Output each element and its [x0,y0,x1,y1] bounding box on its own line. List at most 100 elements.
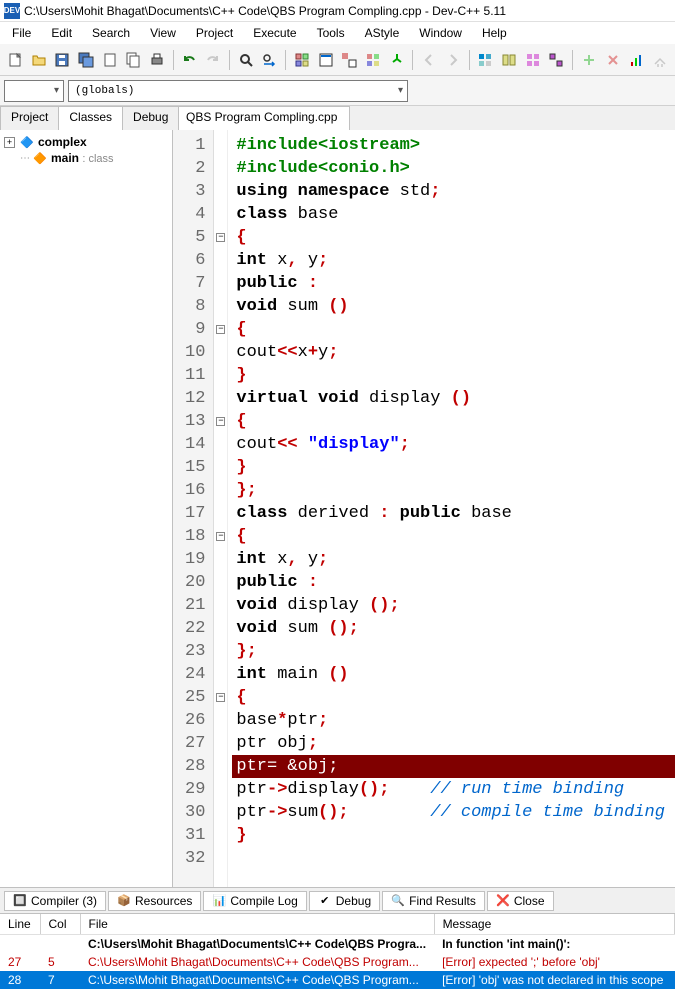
btab-resources[interactable]: 📦Resources [108,891,201,911]
fold-toggle-icon[interactable]: − [216,417,225,426]
next-icon[interactable] [442,48,464,72]
col-line[interactable]: Line [0,914,40,935]
redo-icon[interactable] [202,48,224,72]
tab-classes[interactable]: Classes [58,106,123,130]
remove-watch-icon[interactable] [602,48,624,72]
menu-edit[interactable]: Edit [43,24,80,42]
print-icon[interactable] [146,48,168,72]
col-col[interactable]: Col [40,914,80,935]
menu-project[interactable]: Project [188,24,241,42]
close-all-icon[interactable] [122,48,144,72]
tab-debug[interactable]: Debug [122,106,179,130]
fold-toggle-icon[interactable]: − [216,233,225,242]
menu-file[interactable]: File [4,24,39,42]
add-watch-icon[interactable] [578,48,600,72]
tab-source-file[interactable]: QBS Program Compling.cpp [173,106,350,130]
code-line[interactable]: void display (); [232,594,675,617]
code-line[interactable]: int main () [232,663,675,686]
code-line[interactable]: base*ptr; [232,709,675,732]
compiler-row[interactable]: 287C:\Users\Mohit Bhagat\Documents\C++ C… [0,971,675,989]
code-line[interactable]: } [232,364,675,387]
code-line[interactable]: ptr obj; [232,732,675,755]
btab-label: Resources [135,894,192,908]
replace-icon[interactable] [259,48,281,72]
compiler-output[interactable]: LineColFileMessage C:\Users\Mohit Bhagat… [0,913,675,989]
code-line[interactable]: { [232,318,675,341]
col-message[interactable]: Message [434,914,674,935]
code-line[interactable]: { [232,686,675,709]
code-content[interactable]: #include<iostream>#include<conio.h>using… [228,130,675,887]
code-line[interactable]: { [232,226,675,249]
menu-help[interactable]: Help [474,24,515,42]
expand-icon[interactable]: + [4,137,15,148]
tree-item-complex[interactable]: + 🔷 complex [4,134,168,150]
code-line[interactable]: }; [232,479,675,502]
save-all-icon[interactable] [75,48,97,72]
menu-window[interactable]: Window [411,24,470,42]
code-line[interactable]: ptr= &obj; [232,755,675,778]
btab-compiler-[interactable]: 🔲Compiler (3) [4,891,106,911]
find-icon[interactable] [235,48,257,72]
goto-icon[interactable] [546,48,568,72]
code-line[interactable]: cout<< "display"; [232,433,675,456]
close-file-icon[interactable] [99,48,121,72]
undo-icon[interactable] [179,48,201,72]
btab-close[interactable]: ❌Close [487,891,554,911]
code-line[interactable]: }; [232,640,675,663]
code-line[interactable]: #include<conio.h> [232,157,675,180]
menu-view[interactable]: View [142,24,184,42]
fold-toggle-icon[interactable]: − [216,693,225,702]
fold-toggle-icon[interactable]: − [216,532,225,541]
scope-combo[interactable] [4,80,64,102]
rebuild-icon[interactable] [362,48,384,72]
code-line[interactable]: using namespace std; [232,180,675,203]
btab-find-results[interactable]: 🔍Find Results [382,891,485,911]
btab-debug[interactable]: ✔Debug [309,891,380,911]
menu-astyle[interactable]: AStyle [357,24,408,42]
compile-run-icon[interactable] [338,48,360,72]
code-line[interactable]: } [232,824,675,847]
globals-combo[interactable]: (globals) [68,80,408,102]
code-line[interactable]: void sum () [232,295,675,318]
code-line[interactable]: { [232,410,675,433]
fold-toggle-icon[interactable]: − [216,325,225,334]
code-line[interactable] [232,847,675,870]
code-line[interactable]: cout<<x+y; [232,341,675,364]
code-line[interactable]: ptr->sum(); // compile time binding [232,801,675,824]
clean-icon[interactable] [649,48,671,72]
open-file-icon[interactable] [28,48,50,72]
compile-icon[interactable] [291,48,313,72]
code-line[interactable]: ptr->display(); // run time binding [232,778,675,801]
code-line[interactable]: virtual void display () [232,387,675,410]
col-file[interactable]: File [80,914,434,935]
tab-project[interactable]: Project [0,106,59,130]
compiler-row[interactable]: 275C:\Users\Mohit Bhagat\Documents\C++ C… [0,953,675,971]
class-tree[interactable]: + 🔷 complex ⋯ 🔶 main : class [0,130,172,887]
code-line[interactable]: int x, y; [232,249,675,272]
code-line[interactable]: int x, y; [232,548,675,571]
code-line[interactable]: } [232,456,675,479]
menu-search[interactable]: Search [84,24,138,42]
debug-icon[interactable] [386,48,408,72]
save-icon[interactable] [51,48,73,72]
profile-icon[interactable] [625,48,647,72]
code-line[interactable]: class derived : public base [232,502,675,525]
btab-compile-log[interactable]: 📊Compile Log [203,891,306,911]
run-icon[interactable] [315,48,337,72]
new-class-icon[interactable] [475,48,497,72]
tree-item-main[interactable]: ⋯ 🔶 main : class [20,150,168,166]
new-file-icon[interactable] [4,48,26,72]
menu-tools[interactable]: Tools [309,24,353,42]
code-line[interactable]: { [232,525,675,548]
insert-icon[interactable] [498,48,520,72]
code-line[interactable]: class base [232,203,675,226]
code-line[interactable]: void sum (); [232,617,675,640]
bookmark-icon[interactable] [522,48,544,72]
code-line[interactable]: public : [232,571,675,594]
compiler-row[interactable]: C:\Users\Mohit Bhagat\Documents\C++ Code… [0,935,675,954]
code-line[interactable]: public : [232,272,675,295]
code-line[interactable]: #include<iostream> [232,134,675,157]
prev-icon[interactable] [418,48,440,72]
menu-execute[interactable]: Execute [245,24,304,42]
code-editor[interactable]: 1 2 3 4 5 6 7 8 9 10 11 12 13 14 15 16 1… [173,130,675,887]
